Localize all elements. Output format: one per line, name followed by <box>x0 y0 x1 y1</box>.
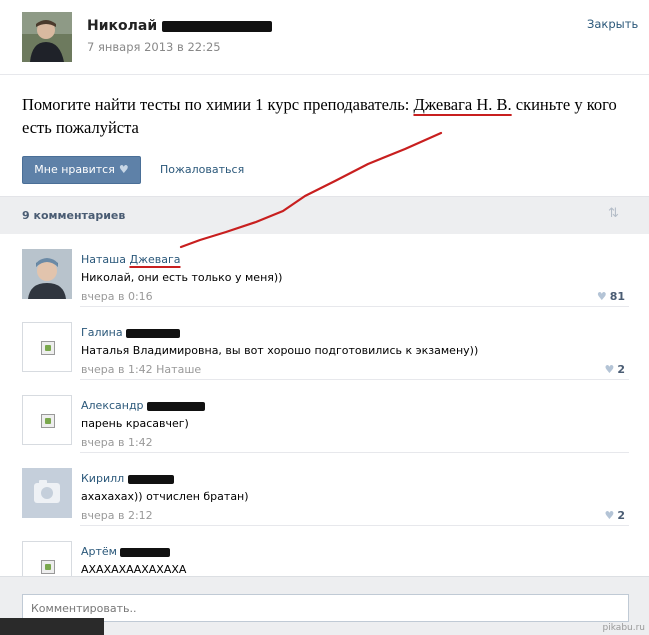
comment-author[interactable]: Кирилл <box>81 472 174 485</box>
comment-avatar[interactable] <box>22 395 72 445</box>
comment-avatar[interactable] <box>22 468 72 518</box>
redacted-surname <box>127 474 174 484</box>
report-link[interactable]: Пожаловаться <box>160 163 244 176</box>
comment-time[interactable]: вчера в 2:12 <box>81 509 153 522</box>
comment-author[interactable]: Галина <box>81 326 181 339</box>
comment-likes[interactable]: ♥ 81 <box>597 290 625 303</box>
author-photo <box>22 12 72 62</box>
comment-avatar[interactable] <box>22 322 72 372</box>
broken-image-icon <box>41 414 55 428</box>
comment-time[interactable]: вчера в 1:42 Наташе <box>81 363 201 376</box>
comment-item: Артём АХАХАХААХАХАХА <box>0 526 649 576</box>
redacted-surname <box>162 20 273 32</box>
comment-input[interactable] <box>22 594 629 622</box>
close-link[interactable]: Закрыть <box>587 17 638 31</box>
comment-likes-count: 2 <box>617 509 625 522</box>
comment-item: Галина Наталья Владимировна, вы вот хоро… <box>0 307 649 380</box>
comment-time[interactable]: вчера в 0:16 <box>81 290 153 303</box>
comment-surname[interactable]: Джевага <box>129 253 180 266</box>
sort-arrows-icon[interactable]: ⇅ <box>608 206 619 221</box>
camera-icon <box>34 480 60 503</box>
comment-reply-to[interactable]: Наташе <box>156 363 201 376</box>
comment-first-name[interactable]: Александр <box>81 399 144 412</box>
heart-icon: ♥ <box>596 290 607 303</box>
comment-text: Николай, они есть только у меня)) <box>81 271 283 284</box>
comment-avatar[interactable] <box>22 249 72 299</box>
author-avatar[interactable] <box>22 12 72 62</box>
redacted-surname <box>120 547 171 557</box>
comment-first-name[interactable]: Кирилл <box>81 472 124 485</box>
broken-image-icon <box>41 560 55 574</box>
post-text: Помогите найти тесты по химии 1 курс пре… <box>22 93 622 139</box>
post-header: Николай 7 января 2013 в 22:25 Закрыть <box>0 0 649 74</box>
commenter-photo <box>22 249 72 299</box>
post-text-teacher-name: Джевага Н. В. <box>413 95 512 114</box>
redacted-surname <box>147 401 206 411</box>
comment-first-name[interactable]: Наташа <box>81 253 126 266</box>
heart-icon: ♥ <box>604 363 615 376</box>
comment-time[interactable]: вчера в 1:42 <box>81 436 153 449</box>
comment-text: парень красавчег) <box>81 417 189 430</box>
comment-likes[interactable]: ♥ 2 <box>604 363 625 376</box>
heart-icon: ♥ <box>118 163 129 176</box>
author-name[interactable]: Николай <box>87 18 273 34</box>
watermark: pikabu.ru <box>602 623 645 633</box>
comment-item: Кирилл ахахахах)) отчислен братан) вчера… <box>0 453 649 526</box>
heart-icon: ♥ <box>604 509 615 522</box>
taskbar-fragment <box>0 618 104 635</box>
comment-time-value[interactable]: вчера в 1:42 <box>81 363 153 376</box>
post-body: Помогите найти тесты по химии 1 курс пре… <box>0 74 649 196</box>
redacted-surname <box>126 328 181 338</box>
comment-text: ахахахах)) отчислен братан) <box>81 490 249 503</box>
comment-likes-count: 2 <box>617 363 625 376</box>
comment-item: Наташа Джевага Николай, они есть только … <box>0 234 649 307</box>
comments-header: 9 комментариев ⇅ <box>0 196 649 234</box>
comment-text: АХАХАХААХАХАХА <box>81 563 187 576</box>
comment-author[interactable]: Артём <box>81 545 171 558</box>
comment-first-name[interactable]: Артём <box>81 545 117 558</box>
post-text-before: Помогите найти тесты по химии 1 курс пре… <box>22 95 414 114</box>
like-button[interactable]: Мне нравится ♥ <box>22 156 141 184</box>
comment-author[interactable]: Наташа Джевага <box>81 253 180 266</box>
author-first-name[interactable]: Николай <box>87 18 157 34</box>
comment-author[interactable]: Александр <box>81 399 206 412</box>
comment-likes-count: 81 <box>609 290 625 303</box>
post-date[interactable]: 7 января 2013 в 22:25 <box>87 40 221 54</box>
comments-list: Наташа Джевага Николай, они есть только … <box>0 234 649 576</box>
comment-text: Наталья Владимировна, вы вот хорошо подг… <box>81 344 479 357</box>
comments-count[interactable]: 9 комментариев <box>22 209 125 222</box>
comment-first-name[interactable]: Галина <box>81 326 123 339</box>
like-button-label: Мне нравится <box>34 163 115 176</box>
comment-likes[interactable]: ♥ 2 <box>604 509 625 522</box>
comment-avatar[interactable] <box>22 541 72 576</box>
comment-item: Александр парень красавчег) вчера в 1:42 <box>0 380 649 453</box>
broken-image-icon <box>41 341 55 355</box>
